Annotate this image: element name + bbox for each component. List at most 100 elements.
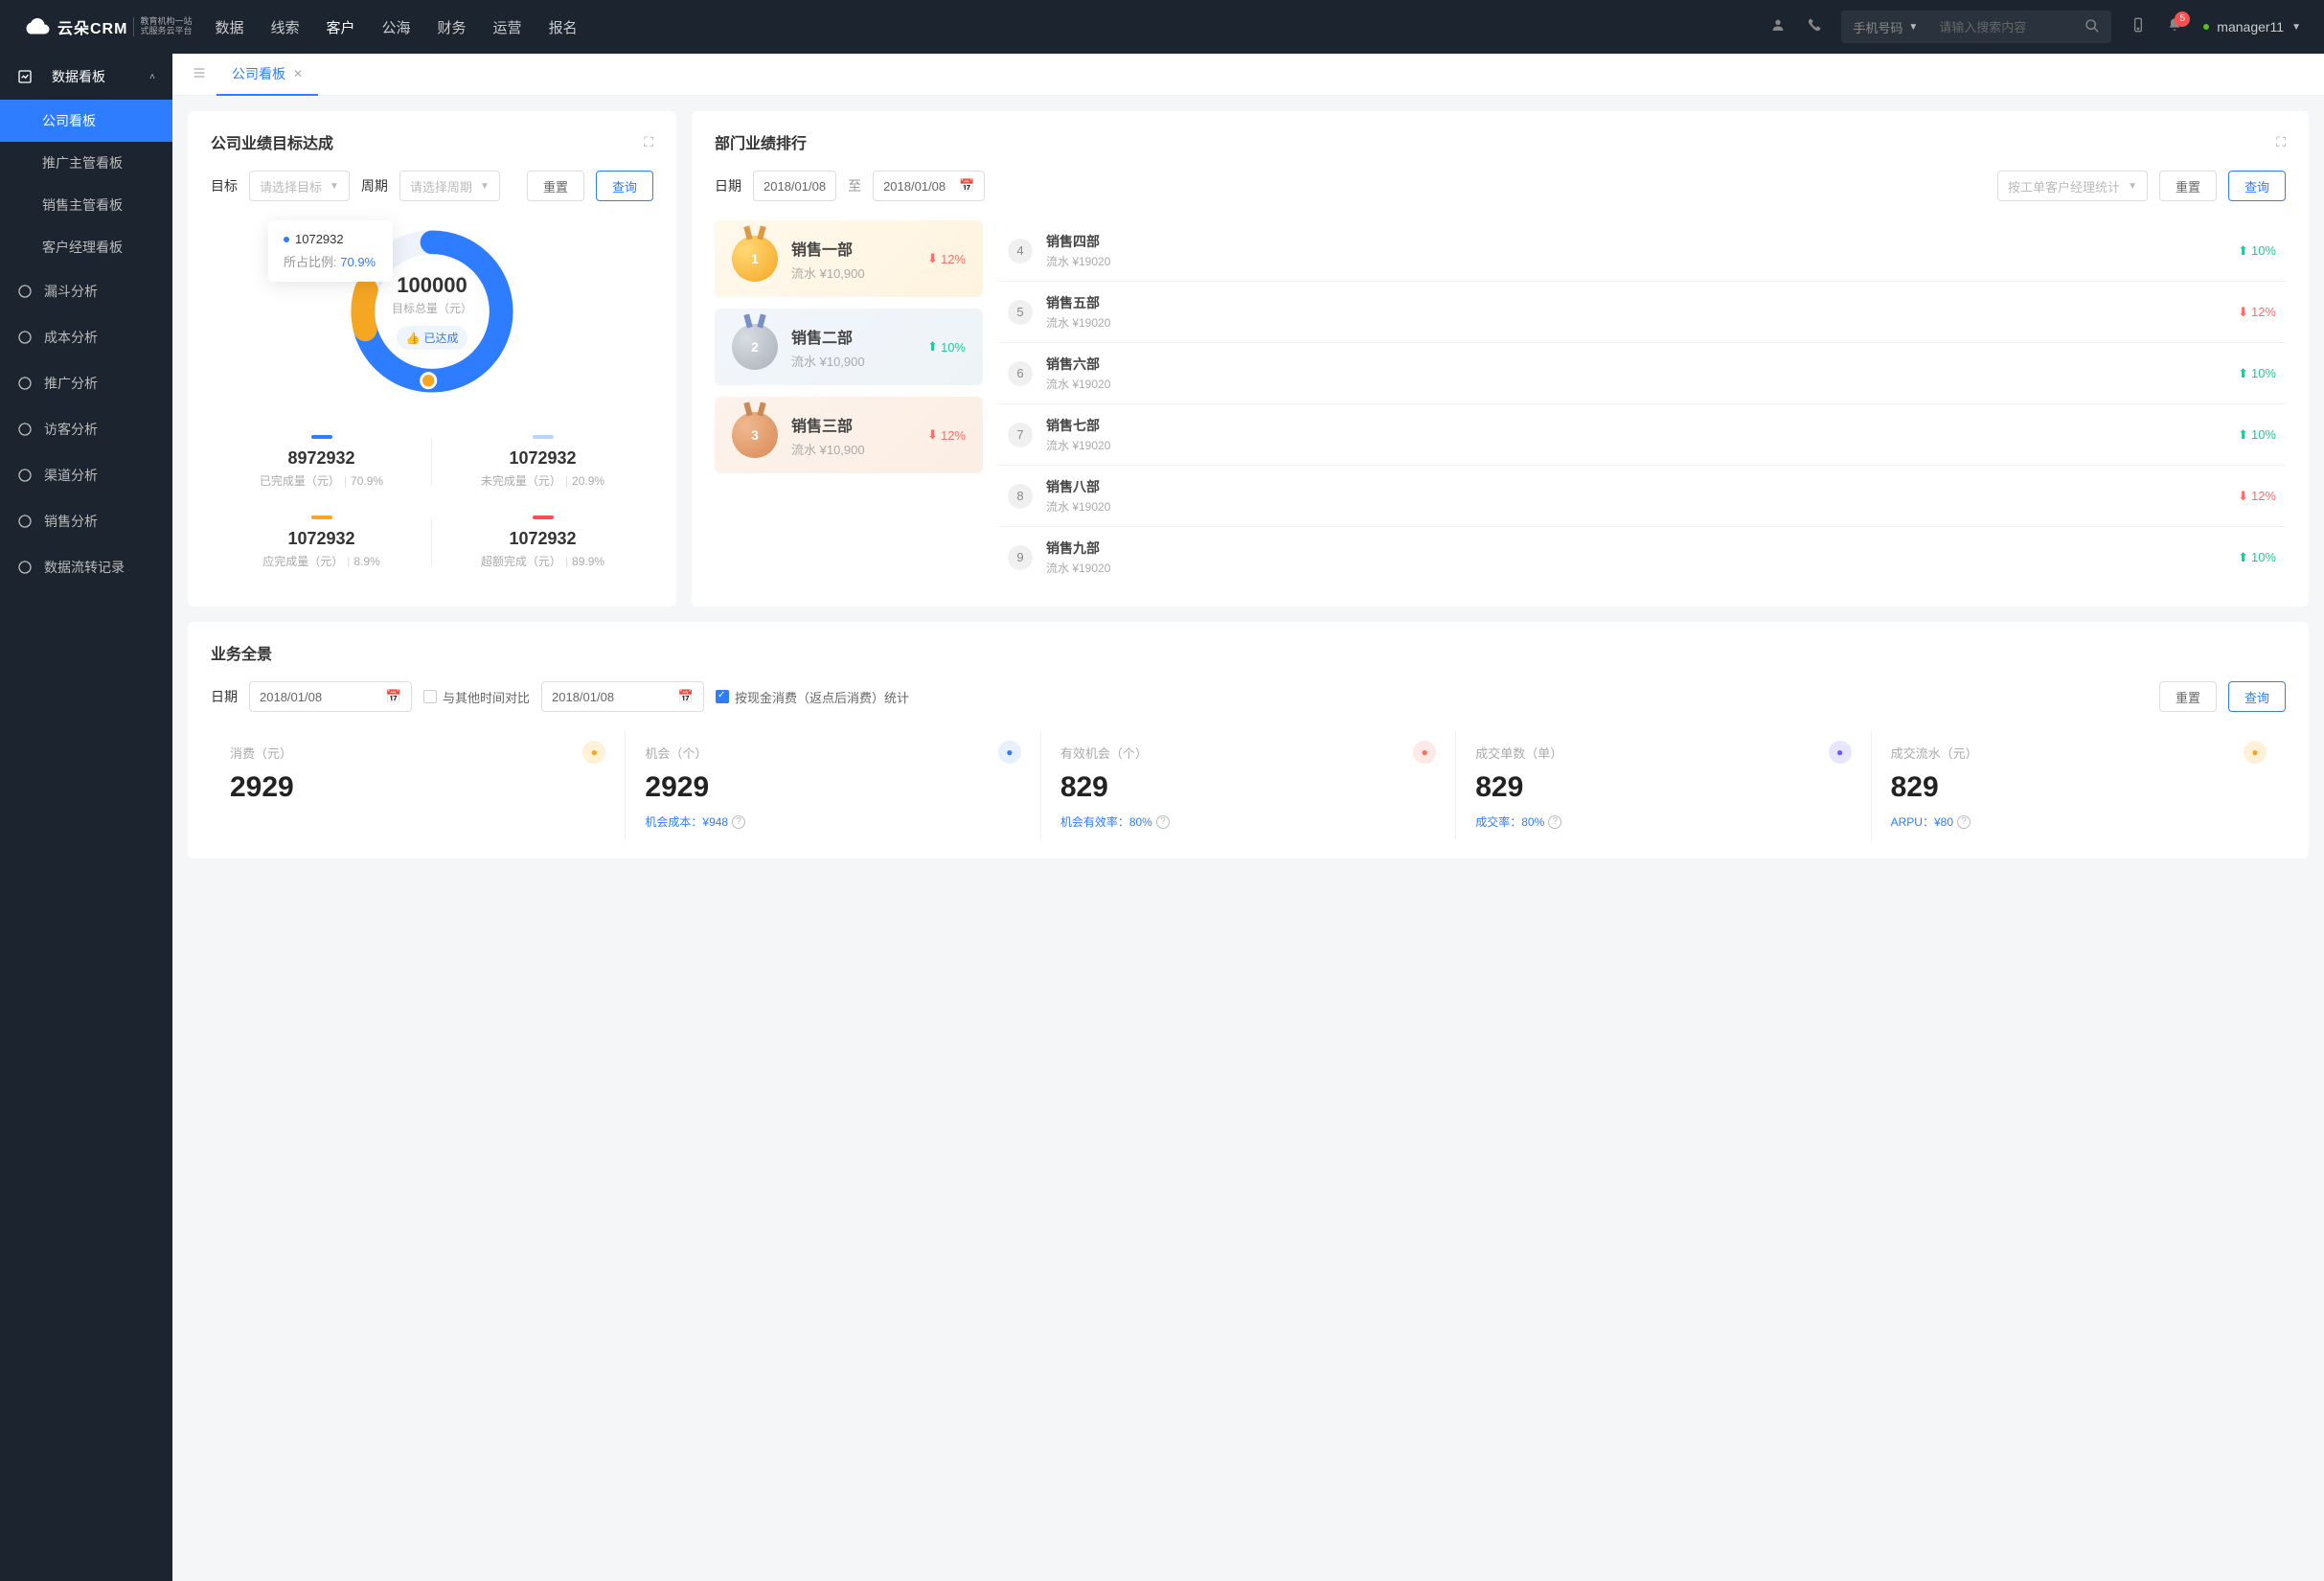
trend-down-icon: ⬇	[2238, 489, 2248, 504]
goal-panel: 公司业绩目标达成 ⛶ 目标 请选择目标▼ 周期 请选择周期▼ 重置 查询	[188, 111, 676, 607]
rank-card-1[interactable]: 1销售一部流水 ¥10,900⬇12%	[715, 220, 983, 297]
nav-item-1[interactable]: 线索	[270, 17, 299, 37]
nav-item-3[interactable]: 公海	[382, 17, 411, 37]
trend-up-icon: ⬆	[927, 339, 938, 355]
sidebar: 数据看板 ˄ 公司看板推广主管看板销售主管看板客户经理看板 漏斗分析成本分析推广…	[0, 54, 172, 1581]
expand-icon[interactable]: ⛶	[2276, 134, 2286, 150]
help-icon[interactable]: ?	[1156, 815, 1170, 829]
reset-button[interactable]: 重置	[2159, 681, 2217, 712]
nav-item-0[interactable]: 数据	[215, 17, 243, 37]
nav-item-5[interactable]: 运营	[493, 17, 522, 37]
promo-icon	[17, 376, 33, 391]
rank-row[interactable]: 4销售四部流水 ¥19020⬆10%	[998, 220, 2286, 282]
sidebar-group-dashboard[interactable]: 数据看板 ˄	[0, 54, 172, 100]
help-icon[interactable]: ?	[732, 815, 745, 829]
cost-icon	[17, 330, 33, 345]
chevron-up-icon: ˄	[149, 72, 155, 82]
reset-button[interactable]: 重置	[527, 171, 584, 201]
rank-number: 5	[1008, 300, 1033, 325]
sidebar-child-2[interactable]: 销售主管看板	[0, 184, 172, 226]
phone-icon[interactable]	[1807, 17, 1822, 37]
sidebar-item-channel[interactable]: 渠道分析	[0, 452, 172, 498]
query-button[interactable]: 查询	[2228, 171, 2286, 201]
search-bar: 手机号码 ▼	[1841, 11, 2111, 43]
tab-label: 公司看板	[232, 64, 285, 83]
nav-item-4[interactable]: 财务	[438, 17, 467, 37]
sidebar-item-cost[interactable]: 成本分析	[0, 314, 172, 360]
close-icon[interactable]: ✕	[293, 67, 303, 80]
calendar-icon: 📅	[678, 689, 694, 704]
send-icon: ●	[998, 741, 1021, 764]
label-date: 日期	[211, 687, 238, 706]
compare-checkbox[interactable]: 与其他时间对比	[423, 688, 530, 706]
chevron-down-icon: ▼	[2128, 181, 2137, 192]
chart-icon	[17, 69, 33, 84]
thumbs-up-icon: 👍	[406, 332, 421, 345]
reset-button[interactable]: 重置	[2159, 171, 2217, 201]
search-type-select[interactable]: 手机号码 ▼	[1841, 18, 1929, 36]
chevron-down-icon: ▼	[2291, 22, 2301, 33]
rank-panel-title: 部门业绩排行	[715, 130, 807, 153]
user-menu[interactable]: manager11 ▼	[2203, 19, 2301, 34]
stat-type-select[interactable]: 按工单客户经理统计▼	[1997, 171, 2148, 201]
trend-down-icon: ⬇	[927, 427, 938, 443]
cash-checkbox[interactable]: 按现金消费（返点后消费）统计	[716, 688, 909, 706]
search-button[interactable]	[2073, 18, 2111, 36]
rank-row[interactable]: 6销售六部流水 ¥19020⬆10%	[998, 343, 2286, 404]
rank-row[interactable]: 5销售五部流水 ¥19020⬇12%	[998, 282, 2286, 343]
chevron-down-icon: ▼	[330, 181, 339, 192]
date-separator: 至	[848, 176, 861, 195]
shield-icon: ●	[1413, 741, 1436, 764]
trend-up-icon: ⬆	[2238, 366, 2248, 381]
date-input-1[interactable]: 2018/01/08📅	[249, 681, 412, 712]
cloud-icon	[23, 15, 52, 38]
user-icon[interactable]	[1770, 17, 1786, 37]
sidebar-item-promo[interactable]: 推广分析	[0, 360, 172, 406]
rank-card-3[interactable]: 3销售三部流水 ¥10,900⬇12%	[715, 397, 983, 473]
sidebar-item-sales[interactable]: 销售分析	[0, 498, 172, 544]
sidebar-child-1[interactable]: 推广主管看板	[0, 142, 172, 184]
rank-card-2[interactable]: 2销售二部流水 ¥10,900⬆10%	[715, 309, 983, 385]
sidebar-child-0[interactable]: 公司看板	[0, 100, 172, 142]
sidebar-child-3[interactable]: 客户经理看板	[0, 226, 172, 268]
notification-icon[interactable]: 5	[2167, 17, 2182, 37]
date-from-input[interactable]: 2018/01/08	[753, 171, 836, 201]
calendar-icon: 📅	[959, 178, 974, 194]
nav-item-6[interactable]: 报名	[549, 17, 578, 37]
medal-bronze-icon: 3	[732, 412, 778, 458]
status-dot-icon	[2203, 24, 2209, 30]
date-to-input[interactable]: 2018/01/08📅	[873, 171, 985, 201]
target-select[interactable]: 请选择目标▼	[249, 171, 350, 201]
date-input-2[interactable]: 2018/01/08📅	[541, 681, 704, 712]
rank-row[interactable]: 8销售八部流水 ¥19020⬇12%	[998, 466, 2286, 527]
rank-number: 9	[1008, 545, 1033, 570]
help-icon[interactable]: ?	[1548, 815, 1561, 829]
rank-number: 6	[1008, 361, 1033, 386]
sidebar-item-filter[interactable]: 漏斗分析	[0, 268, 172, 314]
sidebar-item-log[interactable]: 数据流转记录	[0, 544, 172, 590]
search-input[interactable]	[1929, 20, 2073, 34]
label-target: 目标	[211, 176, 238, 195]
medal-silver-icon: 2	[732, 324, 778, 370]
stat-cell-1: 1072932未完成量（元）|20.9%	[432, 422, 653, 502]
help-icon[interactable]: ?	[1957, 815, 1971, 829]
period-select[interactable]: 请选择周期▼	[399, 171, 500, 201]
tab-company-dashboard[interactable]: 公司看板 ✕	[216, 54, 318, 96]
bag-icon: ●	[582, 741, 605, 764]
query-button[interactable]: 查询	[2228, 681, 2286, 712]
collapse-sidebar-button[interactable]	[182, 65, 216, 83]
medal-gold-icon: 1	[732, 236, 778, 282]
sidebar-item-visitor[interactable]: 访客分析	[0, 406, 172, 452]
filter-icon	[17, 284, 33, 299]
query-button[interactable]: 查询	[596, 171, 653, 201]
chart-tooltip: 1072932 所占比例: 70.9%	[268, 220, 393, 282]
rank-row[interactable]: 7销售七部流水 ¥19020⬆10%	[998, 404, 2286, 466]
log-icon	[17, 560, 33, 575]
rank-row[interactable]: 9销售九部流水 ¥19020⬆10%	[998, 527, 2286, 587]
label-period: 周期	[361, 176, 388, 195]
app-header: 云朵CRM 教育机构一站 式服务云平台 数据线索客户公海财务运营报名 手机号码 …	[0, 0, 2324, 54]
nav-item-2[interactable]: 客户	[327, 17, 355, 37]
metric-1: 机会（个）●2929机会成本：¥948?	[626, 731, 1040, 839]
mobile-icon[interactable]	[2130, 17, 2146, 37]
expand-icon[interactable]: ⛶	[644, 134, 653, 150]
